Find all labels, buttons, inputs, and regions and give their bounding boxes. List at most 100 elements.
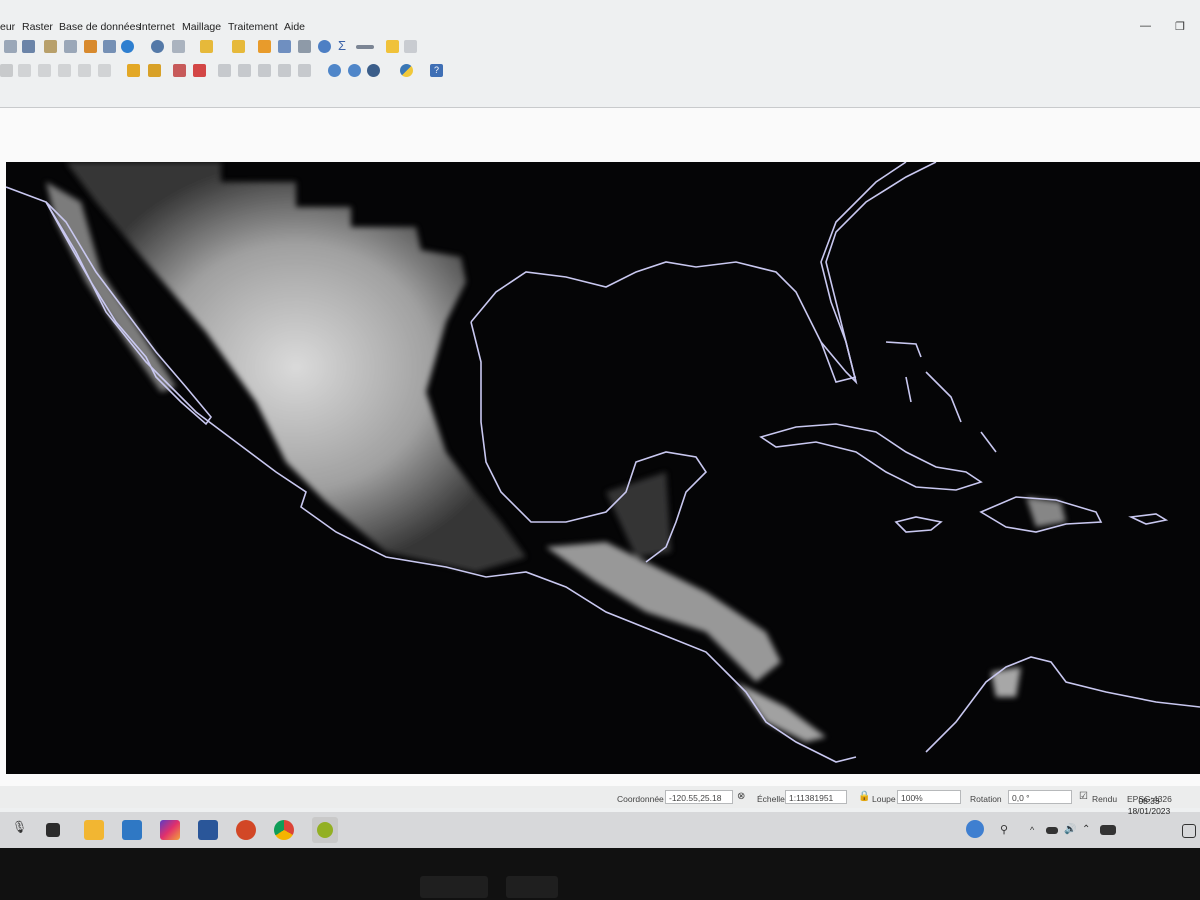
menu-mesh[interactable]: Maillage — [182, 21, 221, 33]
label-change-icon[interactable] — [258, 64, 271, 77]
zoom-in-icon[interactable] — [22, 40, 35, 53]
sum-icon[interactable]: Σ — [338, 39, 351, 52]
deselect-icon[interactable] — [232, 40, 245, 53]
calculator-icon[interactable] — [298, 40, 311, 53]
python-icon[interactable] — [400, 64, 413, 77]
select-location-icon[interactable] — [258, 40, 271, 53]
qgis-icon[interactable] — [312, 817, 338, 843]
task-view-icon[interactable] — [46, 823, 60, 837]
undo-icon[interactable] — [78, 64, 91, 77]
jamaica — [894, 516, 943, 533]
gulf-of-mexico-coast — [470, 162, 907, 385]
magnifier-label: Loupe — [872, 794, 896, 804]
label-icon[interactable] — [127, 64, 140, 77]
label-move-icon[interactable] — [218, 64, 231, 77]
metasearch-icon[interactable] — [328, 64, 341, 77]
redo-icon[interactable] — [98, 64, 111, 77]
callout-icon[interactable] — [298, 64, 311, 77]
help-tray-icon[interactable] — [966, 820, 984, 838]
chrome-icon[interactable] — [274, 820, 294, 840]
label-style-icon[interactable] — [148, 64, 161, 77]
us-east-coast — [825, 162, 937, 383]
bahamas — [885, 341, 997, 453]
scale-field[interactable]: 1:11381951 — [785, 790, 847, 804]
magnifier-field[interactable]: 100% — [897, 790, 961, 804]
bezel-tab-left — [420, 876, 488, 898]
menu-view[interactable]: eur — [0, 21, 15, 33]
wifi-icon[interactable]: ⌃ — [1082, 824, 1094, 836]
mail-icon[interactable] — [122, 820, 142, 840]
word-icon[interactable] — [198, 820, 218, 840]
bezel-tab-right — [506, 876, 558, 898]
bookmarks-icon[interactable] — [103, 40, 116, 53]
clock-date: 18/01/2023 — [1127, 806, 1171, 816]
people-icon[interactable]: ⚲ — [1000, 823, 1014, 837]
settings-icon[interactable] — [172, 40, 185, 53]
instagram-icon[interactable] — [160, 820, 180, 840]
south-america-coast — [925, 656, 1200, 753]
globe-icon[interactable] — [348, 64, 361, 77]
screen: eur Raster Base de données Internet Mail… — [0, 0, 1200, 848]
render-label: Rendu — [1092, 794, 1118, 804]
menu-help[interactable]: Aide — [284, 21, 305, 33]
file-explorer-icon[interactable] — [84, 820, 104, 840]
rotation-field[interactable]: 0,0 ° — [1008, 790, 1072, 804]
refresh-icon[interactable] — [121, 40, 134, 53]
taskbar: 🎙 ⚲ ^ 🔊 ⌃ — [0, 812, 1200, 848]
zoom-layer-icon[interactable] — [44, 40, 57, 53]
monitor-bezel — [0, 848, 1200, 900]
battery-icon[interactable] — [1046, 827, 1058, 834]
diagram-icon[interactable] — [278, 64, 291, 77]
select-icon[interactable] — [200, 40, 213, 53]
clock[interactable]: 08:33 18/01/2023 — [1124, 796, 1174, 816]
plugin-icon[interactable] — [367, 64, 380, 77]
notification-icon[interactable] — [1182, 824, 1196, 838]
lock-icon[interactable]: 🔒 — [858, 791, 870, 802]
menu-database[interactable]: Base de données — [59, 21, 141, 33]
mexico-gulf-west-coast — [470, 321, 708, 563]
coordinate-field[interactable]: -120.55,25.18 — [665, 790, 733, 804]
restore-icon[interactable]: ❐ — [1175, 20, 1185, 33]
menu-raster[interactable]: Raster — [22, 21, 53, 33]
menu-processing[interactable]: Traitement — [228, 21, 278, 33]
mic-icon[interactable]: 🎙 — [12, 820, 27, 840]
zoom-native-icon[interactable] — [64, 40, 77, 53]
text-icon[interactable] — [404, 40, 417, 53]
window-controls: — ❐ — [1110, 20, 1200, 34]
label-rotate-icon[interactable] — [238, 64, 251, 77]
scale-label: Échelle — [757, 794, 785, 804]
edit-icon[interactable] — [0, 64, 13, 77]
rotation-label: Rotation — [970, 794, 1002, 804]
label-hide-icon[interactable] — [193, 64, 206, 77]
help-icon[interactable]: ? — [430, 64, 443, 77]
toolbar-navigation: Σ — [0, 36, 1200, 58]
coordinate-label: Coordonnée — [617, 794, 664, 804]
elevation-raster — [46, 162, 1066, 742]
keyboard-icon[interactable] — [1100, 825, 1116, 835]
pan-icon[interactable] — [4, 40, 17, 53]
mouse-icon[interactable]: ⊗ — [737, 791, 745, 802]
render-checkbox[interactable]: ☑ — [1079, 791, 1088, 802]
menu-bar: eur Raster Base de données Internet Mail… — [0, 16, 1200, 38]
statistics-icon[interactable] — [318, 40, 331, 53]
map-canvas[interactable] — [6, 162, 1200, 774]
identify-icon[interactable] — [151, 40, 164, 53]
cut-icon[interactable] — [38, 64, 51, 77]
digitize-icon[interactable] — [18, 64, 31, 77]
new-bookmark-icon[interactable] — [84, 40, 97, 53]
copy-icon[interactable] — [58, 64, 71, 77]
qgis-logo-icon — [317, 822, 333, 838]
powerpoint-icon[interactable] — [236, 820, 256, 840]
toolbar-editing: ? — [0, 60, 1200, 82]
volume-icon[interactable]: 🔊 — [1064, 824, 1076, 836]
menu-web[interactable]: Internet — [139, 21, 175, 33]
measure-icon[interactable] — [356, 45, 374, 49]
annotation-icon[interactable] — [386, 40, 399, 53]
status-bar: Coordonnée -120.55,25.18 ⊗ Échelle 1:113… — [0, 786, 1200, 808]
puerto-rico — [1128, 513, 1169, 525]
attribute-table-icon[interactable] — [278, 40, 291, 53]
label-pin-icon[interactable] — [173, 64, 186, 77]
clock-time: 08:33 — [1138, 796, 1160, 806]
minimize-icon[interactable]: — — [1140, 20, 1151, 32]
chevron-up-icon[interactable]: ^ — [1030, 825, 1040, 835]
